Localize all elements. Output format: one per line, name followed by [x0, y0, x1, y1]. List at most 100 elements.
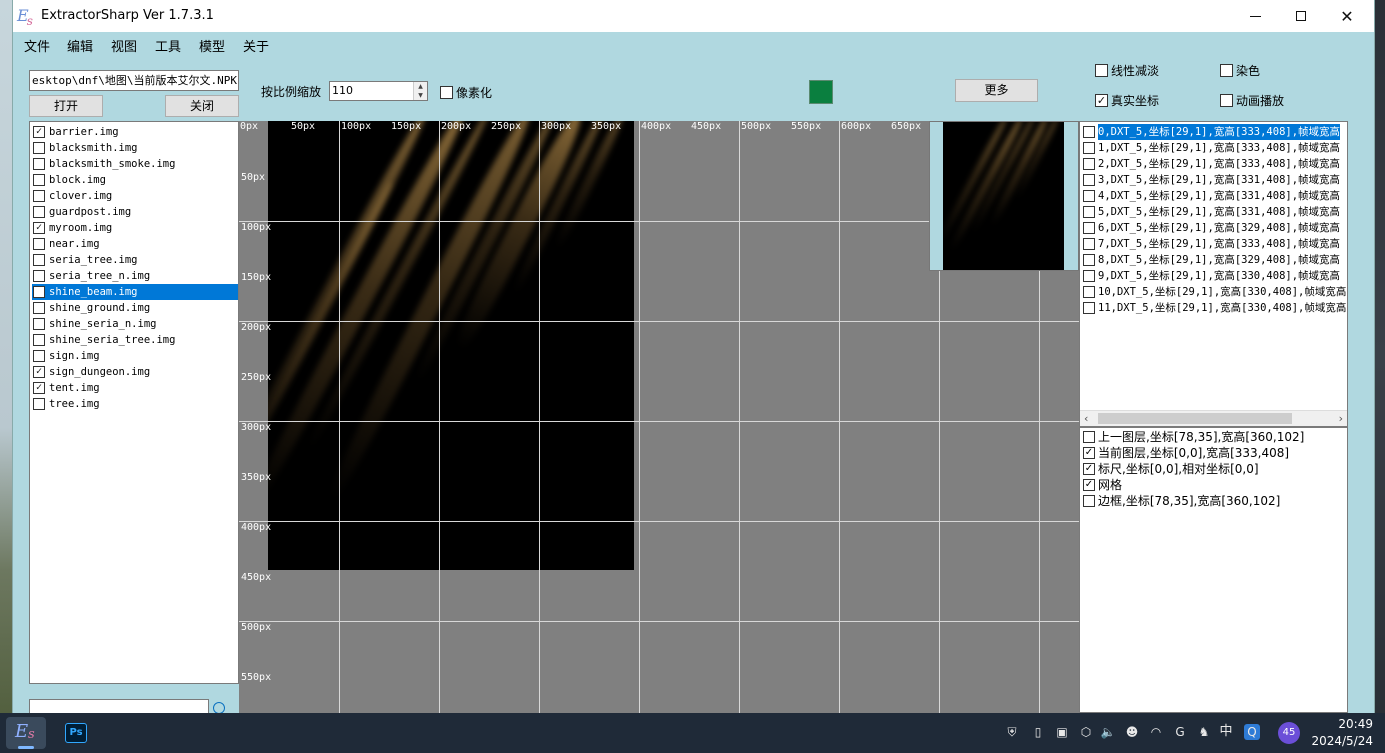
linear-fade-checkbox[interactable]	[1095, 64, 1108, 77]
ime-indicator[interactable]: 中	[1218, 724, 1234, 740]
file-checkbox[interactable]: ✓	[33, 382, 45, 394]
scale-value[interactable]: 110	[332, 84, 353, 97]
file-list-item[interactable]: blacksmith_smoke.img	[32, 156, 238, 172]
layer-checkbox[interactable]	[1083, 431, 1095, 443]
menu-tools[interactable]: 工具	[155, 36, 181, 55]
menu-model[interactable]: 模型	[199, 36, 225, 55]
layer-checkbox[interactable]: ✓	[1083, 463, 1095, 475]
layer-checkbox[interactable]	[1083, 495, 1095, 507]
file-checkbox[interactable]	[33, 254, 45, 266]
file-list-item[interactable]: shine_beam.img	[32, 284, 238, 300]
file-checkbox[interactable]	[33, 142, 45, 154]
frame-checkbox[interactable]	[1083, 174, 1095, 186]
file-list-item[interactable]: ✓ sign_dungeon.img	[32, 364, 238, 380]
search-app-icon[interactable]: Q	[1244, 724, 1260, 740]
security-shield-icon[interactable]: ⛨	[1004, 724, 1020, 740]
file-checkbox[interactable]: ✓	[33, 222, 45, 234]
file-list-item[interactable]: shine_seria_tree.img	[32, 332, 238, 348]
layer-checkbox[interactable]: ✓	[1083, 479, 1095, 491]
nvidia-icon[interactable]: ▣	[1054, 724, 1070, 740]
file-list-item[interactable]: shine_ground.img	[32, 300, 238, 316]
system-clock[interactable]: 20:49 2024/5/24	[1311, 716, 1373, 750]
layer-list-item[interactable]: 边框,坐标[78,35],宽高[360,102]	[1082, 493, 1347, 509]
file-list-item[interactable]: blacksmith.img	[32, 140, 238, 156]
frame-checkbox[interactable]	[1083, 206, 1095, 218]
frame-list-item[interactable]: 10,DXT_5,坐标[29,1],宽高[330,408],帧域宽高	[1082, 284, 1347, 300]
menu-file[interactable]: 文件	[24, 36, 50, 55]
scroll-left-icon[interactable]: ‹	[1084, 411, 1088, 426]
file-checkbox[interactable]: ✓	[33, 366, 45, 378]
frame-checkbox[interactable]	[1083, 190, 1095, 202]
network-box-icon[interactable]: ⬡	[1078, 724, 1094, 740]
usb-icon[interactable]: ▯	[1030, 724, 1046, 740]
frame-list-item[interactable]: 7,DXT_5,坐标[29,1],宽高[333,408],帧域宽高	[1082, 236, 1347, 252]
app-g-icon[interactable]: G	[1172, 724, 1188, 740]
file-list-item[interactable]: ✓ tent.img	[32, 380, 238, 396]
layer-list-item[interactable]: ✓ 当前图层,坐标[0,0],宽高[333,408]	[1082, 445, 1347, 461]
file-checkbox[interactable]	[33, 334, 45, 346]
file-list-item[interactable]: guardpost.img	[32, 204, 238, 220]
frame-checkbox[interactable]	[1083, 238, 1095, 250]
menu-view[interactable]: 视图	[111, 36, 137, 55]
menu-edit[interactable]: 编辑	[67, 36, 93, 55]
layer-list-item[interactable]: ✓ 网格	[1082, 477, 1347, 493]
more-button[interactable]: 更多	[955, 79, 1038, 102]
frame-list-item[interactable]: 8,DXT_5,坐标[29,1],宽高[329,408],帧域宽高	[1082, 252, 1347, 268]
frame-list-item[interactable]: 1,DXT_5,坐标[29,1],宽高[333,408],帧域宽高	[1082, 140, 1347, 156]
file-checkbox[interactable]	[33, 302, 45, 314]
frame-checkbox[interactable]	[1083, 158, 1095, 170]
volume-icon[interactable]: 🔈	[1100, 724, 1116, 740]
file-list-item[interactable]: shine_seria_n.img	[32, 316, 238, 332]
file-list-item[interactable]: tree.img	[32, 396, 238, 412]
search-icon[interactable]	[213, 702, 225, 713]
wechat-icon[interactable]: ☻	[1124, 724, 1140, 740]
file-list-item[interactable]: near.img	[32, 236, 238, 252]
taskbar-photoshop-app[interactable]: Ps	[56, 717, 96, 749]
file-checkbox[interactable]: ✓	[33, 126, 45, 138]
file-list-item[interactable]: seria_tree_n.img	[32, 268, 238, 284]
npk-path-input[interactable]: esktop\dnf\地图\当前版本艾尔文.NPK	[29, 70, 239, 91]
scrollbar-thumb[interactable]	[1098, 413, 1292, 424]
file-checkbox[interactable]	[33, 286, 45, 298]
close-window-button[interactable]: ✕	[1324, 0, 1370, 32]
frame-list-item[interactable]: 0,DXT_5,坐标[29,1],宽高[333,408],帧域宽高	[1082, 124, 1347, 140]
frame-checkbox[interactable]	[1083, 286, 1095, 298]
frame-checkbox[interactable]	[1083, 126, 1095, 138]
menu-about[interactable]: 关于	[243, 36, 269, 55]
frame-checkbox[interactable]	[1083, 222, 1095, 234]
frame-list-item[interactable]: 5,DXT_5,坐标[29,1],宽高[331,408],帧域宽高	[1082, 204, 1347, 220]
layer-list-item[interactable]: ✓ 标尺,坐标[0,0],相对坐标[0,0]	[1082, 461, 1347, 477]
file-checkbox[interactable]	[33, 190, 45, 202]
frame-list-item[interactable]: 9,DXT_5,坐标[29,1],宽高[330,408],帧域宽高	[1082, 268, 1347, 284]
file-list-item[interactable]: ✓ myroom.img	[32, 220, 238, 236]
open-button[interactable]: 打开	[29, 95, 103, 117]
frame-checkbox[interactable]	[1083, 302, 1095, 314]
real-coord-checkbox[interactable]: ✓	[1095, 94, 1108, 107]
file-checkbox[interactable]	[33, 206, 45, 218]
file-checkbox[interactable]	[33, 270, 45, 282]
layer-list-item[interactable]: 上一图层,坐标[78,35],宽高[360,102]	[1082, 429, 1347, 445]
color-picker-swatch[interactable]	[809, 80, 833, 104]
frame-list-item[interactable]: 6,DXT_5,坐标[29,1],宽高[329,408],帧域宽高	[1082, 220, 1347, 236]
animation-checkbox[interactable]	[1220, 94, 1233, 107]
file-list-item[interactable]: clover.img	[32, 188, 238, 204]
file-checkbox[interactable]	[33, 238, 45, 250]
scale-stepper[interactable]: 110 ▲ ▼	[329, 81, 428, 101]
file-checkbox[interactable]	[33, 158, 45, 170]
file-list-item[interactable]: seria_tree.img	[32, 252, 238, 268]
qq-icon[interactable]: ♞	[1196, 724, 1212, 740]
frame-checkbox[interactable]	[1083, 142, 1095, 154]
frame-checkbox[interactable]	[1083, 270, 1095, 282]
frame-list-item[interactable]: 4,DXT_5,坐标[29,1],宽高[331,408],帧域宽高	[1082, 188, 1347, 204]
close-button[interactable]: 关闭	[165, 95, 239, 117]
file-list-item[interactable]: sign.img	[32, 348, 238, 364]
file-checkbox[interactable]	[33, 174, 45, 186]
layer-checkbox[interactable]: ✓	[1083, 447, 1095, 459]
wifi-icon[interactable]: ◠	[1148, 724, 1164, 740]
file-list-item[interactable]: block.img	[32, 172, 238, 188]
file-checkbox[interactable]	[33, 318, 45, 330]
frame-checkbox[interactable]	[1083, 254, 1095, 266]
file-list-item[interactable]: ✓ barrier.img	[32, 124, 238, 140]
pixelate-checkbox[interactable]	[440, 86, 453, 99]
file-checkbox[interactable]	[33, 398, 45, 410]
